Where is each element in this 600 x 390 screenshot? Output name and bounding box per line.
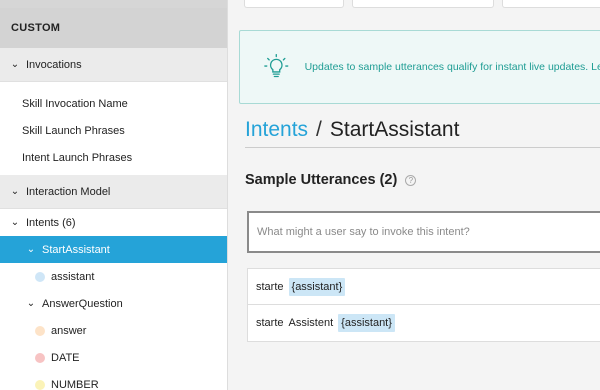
help-icon[interactable]: ?	[405, 174, 417, 186]
sidebar-item-label: StartAssistant	[42, 243, 110, 256]
sidebar-slot-number[interactable]: NUMBER	[0, 371, 227, 390]
slot-tag[interactable]: {assistant}	[288, 277, 346, 296]
sidebar-item-skill-invocation-name[interactable]: Skill Invocation Name	[0, 90, 227, 117]
sidebar-slot-assistant[interactable]: assistant	[0, 263, 227, 290]
sidebar-group-invocations[interactable]: ⌄ Invocations	[0, 48, 227, 82]
sidebar-item-skill-launch-phrases[interactable]: Skill Launch Phrases	[0, 117, 227, 144]
sidebar-slot-date[interactable]: DATE	[0, 344, 227, 371]
sidebar-item-label: AnswerQuestion	[42, 297, 123, 310]
sidebar-item-label: Skill Invocation Name	[22, 97, 128, 110]
slot-color-dot	[35, 271, 45, 282]
toolbar-button[interactable]	[352, 0, 494, 8]
utterance-row[interactable]: starte Assistent {assistant}	[248, 305, 600, 341]
breadcrumb: Intents / StartAssistant	[245, 118, 600, 148]
main-content: Updates to sample utterances qualify for…	[228, 0, 600, 390]
utterance-word: starte	[256, 317, 284, 329]
sidebar-item-label: Skill Launch Phrases	[22, 124, 125, 137]
sidebar-item-label: answer	[51, 324, 87, 337]
sidebar-item-answerquestion[interactable]: ⌄ AnswerQuestion	[0, 290, 227, 317]
sidebar-slot-answer[interactable]: answer	[0, 317, 227, 344]
sidebar-item-intents[interactable]: ⌄ Intents (6)	[0, 209, 227, 236]
sidebar-item-label: DATE	[51, 351, 80, 364]
sidebar-section-title: CUSTOM	[0, 8, 227, 48]
slot-color-dot	[35, 325, 45, 336]
sidebar-item-startassistant[interactable]: ⌄ StartAssistant	[0, 236, 227, 263]
banner-text: Updates to sample utterances qualify for…	[304, 61, 600, 73]
slot-color-dot	[35, 352, 45, 363]
breadcrumb-separator: /	[316, 118, 322, 141]
chevron-down-icon: ⌄	[10, 186, 20, 197]
slot-color-dot	[35, 379, 45, 390]
breadcrumb-intents-link[interactable]: Intents	[245, 118, 308, 142]
utterance-row[interactable]: starte {assistant}	[248, 269, 600, 305]
utterance-word: starte	[256, 280, 284, 293]
lightbulb-icon	[264, 53, 289, 78]
toolbar-button[interactable]	[502, 0, 600, 8]
sidebar-top-strip	[0, 0, 227, 8]
sidebar-item-label: Intent Launch Phrases	[22, 151, 133, 164]
sidebar-group-interaction-model[interactable]: ⌄ Interaction Model	[0, 175, 227, 209]
top-toolbar	[244, 0, 600, 8]
sample-utterances-heading: Sample Utterances (2) ?	[245, 172, 417, 188]
sidebar-item-label: Intents (6)	[26, 216, 76, 229]
page-title: StartAssistant	[329, 118, 460, 141]
sidebar-item-label: NUMBER	[51, 378, 99, 390]
chevron-down-icon: ⌄	[10, 217, 20, 228]
sidebar-group-label: Invocations	[26, 58, 82, 71]
sidebar-item-intent-launch-phrases[interactable]: Intent Launch Phrases	[0, 144, 227, 171]
toolbar-button[interactable]	[244, 0, 344, 8]
sidebar-group-label: Interaction Model	[26, 185, 111, 198]
info-banner: Updates to sample utterances qualify for…	[239, 30, 600, 104]
chevron-down-icon: ⌄	[10, 59, 20, 70]
chevron-down-icon: ⌄	[26, 244, 36, 255]
section-title-text: Sample Utterances (2)	[245, 172, 398, 188]
utterance-list: starte {assistant} starte Assistent {ass…	[247, 268, 600, 342]
utterance-input[interactable]	[247, 211, 600, 253]
sidebar-item-label: assistant	[51, 270, 95, 283]
slot-tag[interactable]: {assistant}	[338, 314, 395, 332]
chevron-down-icon: ⌄	[26, 298, 36, 309]
sidebar: CUSTOM ⌄ Invocations Skill Invocation Na…	[0, 0, 228, 390]
utterance-word: Assistent	[288, 317, 334, 329]
